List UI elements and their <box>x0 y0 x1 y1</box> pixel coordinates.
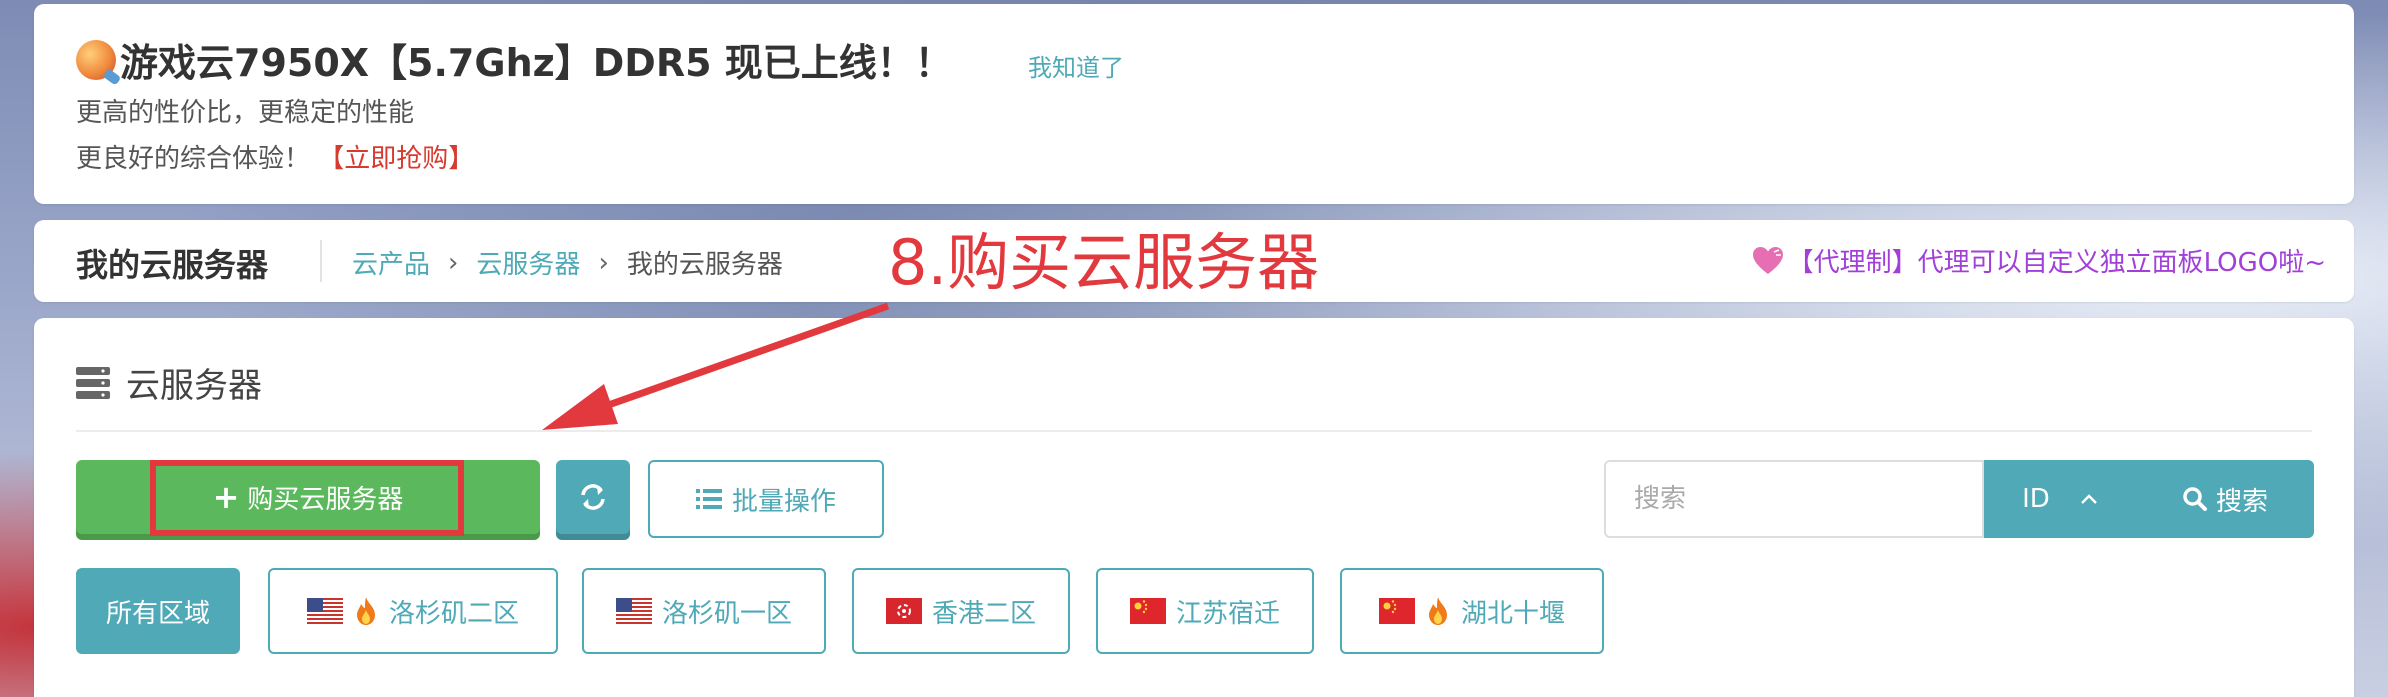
list-icon <box>695 489 722 509</box>
announcement-line: 更良好的综合体验！ 【立即抢购】 <box>76 138 474 175</box>
chevron-right-icon: › <box>598 247 609 278</box>
plus-icon: + <box>212 478 240 516</box>
announcement-title-text: 游戏云7950X【5.7Ghz】DDR5 现已上线！！ <box>120 41 953 85</box>
region-filter-all[interactable]: 所有区域 <box>76 568 240 654</box>
us-flag-icon <box>615 598 652 624</box>
buy-now-link[interactable]: 【立即抢购】 <box>318 144 474 174</box>
refresh-icon <box>581 484 605 510</box>
hk-flag-icon <box>885 598 922 624</box>
buy-button-label: 购买云服务器 <box>247 484 404 515</box>
dismiss-link[interactable]: 我知道了 <box>1028 48 1124 83</box>
breadcrumb-link-cloud-products[interactable]: 云产品 <box>352 244 430 281</box>
chevron-right-icon: › <box>448 247 459 278</box>
section-title: 云服务器 <box>76 358 262 407</box>
cn-flag-icon <box>1129 598 1166 624</box>
tutorial-annotation: 8.购买云服务器 <box>888 226 1320 299</box>
region-label: 江苏宿迁 <box>1175 598 1280 629</box>
region-label: 湖北十堰 <box>1460 598 1565 629</box>
breadcrumb-bar: 我的云服务器 云产品 › 云服务器 › 我的云服务器 8.购买云服务器 【代理制… <box>34 220 2354 302</box>
region-label: 洛杉矶二区 <box>388 598 519 629</box>
region-filter-jiangsu-suqian[interactable]: 江苏宿迁 <box>1096 568 1314 654</box>
announcement-panel: 游戏云7950X【5.7Ghz】DDR5 现已上线！！ 我知道了 更高的性价比，… <box>34 4 2354 204</box>
search-icon <box>2183 487 2207 511</box>
chevron-up-icon <box>2080 494 2097 504</box>
announcement-title: 游戏云7950X【5.7Ghz】DDR5 现已上线！！ <box>76 32 953 87</box>
region-filter-hubei-shiyan[interactable]: 湖北十堰 <box>1340 568 1604 654</box>
page-title: 我的云服务器 <box>76 246 269 284</box>
announcement-line-text: 更良好的综合体验！ <box>76 144 311 174</box>
search-input[interactable] <box>1604 460 1984 538</box>
divider <box>320 240 322 282</box>
refresh-button[interactable] <box>556 460 630 534</box>
section-title-text: 云服务器 <box>126 366 262 406</box>
cloud-server-panel: 云服务器 + 购买云服务器 批量操作 ID <box>34 318 2354 697</box>
region-filter-hk-2[interactable]: 香港二区 <box>852 568 1070 654</box>
heart-icon <box>1752 246 1784 276</box>
fire-icon <box>356 597 375 625</box>
divider <box>76 430 2312 432</box>
announcement-line: 更高的性价比，更稳定的性能 <box>76 98 415 128</box>
batch-operation-button[interactable]: 批量操作 <box>648 460 884 538</box>
breadcrumb: 云产品 › 云服务器 › 我的云服务器 <box>352 244 783 281</box>
region-label: 香港二区 <box>931 598 1036 629</box>
fire-icon <box>1428 597 1447 625</box>
region-label: 所有区域 <box>105 598 210 629</box>
server-icon <box>76 366 110 399</box>
search-group: ID 搜索 <box>1604 460 2314 538</box>
search-button[interactable]: 搜索 <box>2136 460 2314 538</box>
us-flag-icon <box>306 598 343 624</box>
region-filter-la-1[interactable]: 洛杉矶一区 <box>582 568 826 654</box>
breadcrumb-link-cloud-servers[interactable]: 云服务器 <box>476 244 580 281</box>
breadcrumb-current: 我的云服务器 <box>626 250 783 280</box>
region-filter-la-2[interactable]: 洛杉矶二区 <box>268 568 558 654</box>
region-label: 洛杉矶一区 <box>661 598 792 629</box>
buy-cloud-server-button[interactable]: + 购买云服务器 <box>76 460 540 534</box>
batch-button-label: 批量操作 <box>731 486 836 517</box>
search-field-select[interactable]: ID <box>1984 460 2136 538</box>
search-button-label: 搜索 <box>2215 486 2268 517</box>
promo-text: 【代理制】代理可以自定义独立面板LOGO啦~ <box>1787 248 2326 278</box>
rocket-icon <box>76 39 116 80</box>
search-field-value: ID <box>2022 484 2050 514</box>
agent-promo-link[interactable]: 【代理制】代理可以自定义独立面板LOGO啦~ <box>1752 242 2326 279</box>
cn-flag-icon <box>1378 598 1415 624</box>
